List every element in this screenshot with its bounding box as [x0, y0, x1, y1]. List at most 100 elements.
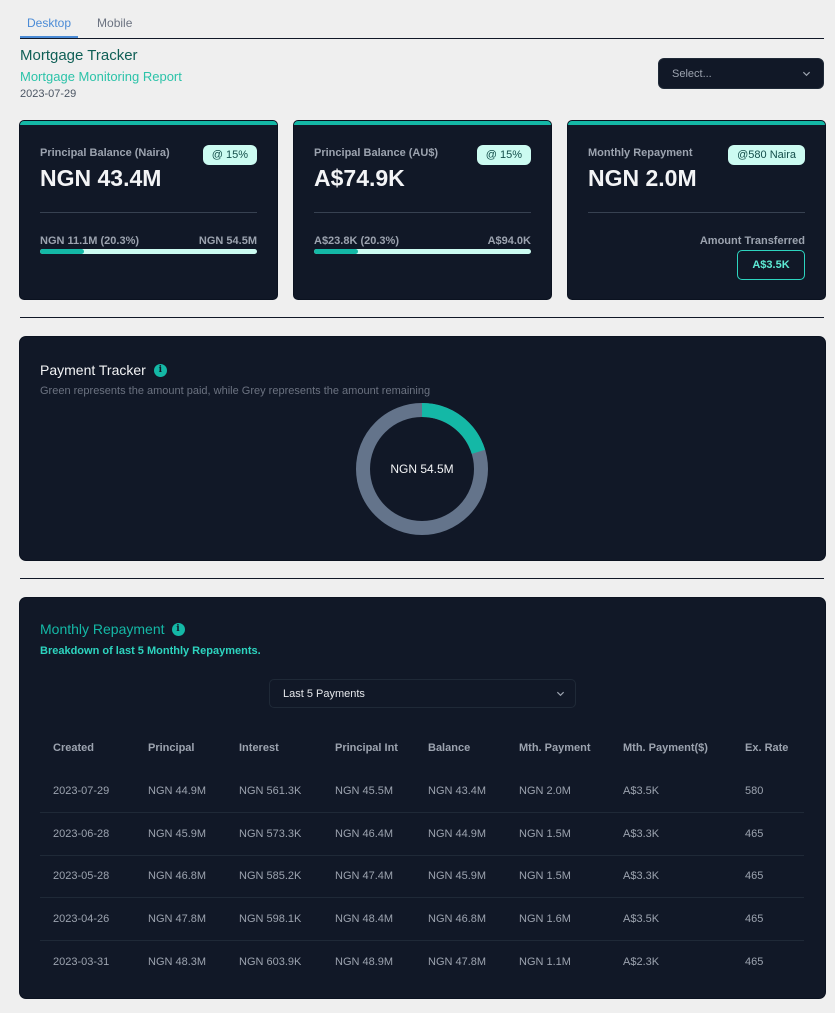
table-cell: A$3.3K [610, 812, 732, 856]
table-cell: NGN 47.8M [428, 955, 487, 968]
table-cell: NGN 573.3K [226, 812, 322, 856]
info-icon[interactable]: i [153, 363, 167, 377]
card-divider [588, 212, 805, 213]
exchange-rate-badge: @580 Naira [728, 145, 805, 165]
progress-fill [314, 249, 359, 254]
repayments-table: Created Principal Interest Principal Int… [40, 725, 804, 983]
column-header: Principal Int [335, 741, 398, 754]
table-cell: A$3.3K [610, 855, 732, 898]
progress-fill [40, 249, 85, 254]
section-divider [20, 578, 824, 579]
card-principal-aud: Principal Balance (AU$) @ 15% A$74.9K A$… [294, 121, 551, 299]
payments-filter-value: Last 5 Payments [283, 687, 365, 700]
table-cell: NGN 1.1M [519, 955, 571, 968]
column-header: Created [53, 741, 94, 754]
table-cell: A$2.3K [623, 955, 660, 968]
card-divider [314, 212, 531, 213]
table-cell: NGN 44.9M [135, 770, 226, 813]
table-cell: 465 [732, 897, 804, 941]
table-cell: NGN 46.8M [135, 855, 226, 898]
rate-badge: @ 15% [476, 145, 531, 165]
table-row: 2023-04-26 NGN 47.8M NGN 598.1K NGN 48.4M NG… [40, 897, 804, 941]
progress-total-label: A$94.0K [487, 235, 531, 247]
table-cell: 2023-03-31 [53, 955, 110, 968]
card-value: NGN 43.4M [40, 165, 162, 191]
monthly-repayment-title: Monthly Repayment [40, 621, 165, 637]
table-cell: NGN 2.0M [506, 770, 610, 813]
table-cell: 2023-05-28 [40, 855, 135, 898]
rate-badge: @ 15% [202, 145, 257, 165]
table-cell: NGN 46.4M [322, 812, 415, 856]
table-cell: NGN 598.1K [226, 897, 322, 941]
progress-paid-label: A$23.8K (20.3%) [314, 235, 399, 247]
table-cell: 2023-06-28 [40, 812, 135, 856]
view-tabs: Desktop Mobile [20, 8, 824, 39]
payment-tracker-header: Payment Tracker i [40, 362, 167, 378]
card-label: Principal Balance (AU$) [314, 147, 439, 159]
chevron-down-icon [556, 691, 565, 697]
card-value: A$74.9K [314, 165, 405, 191]
table-cell: NGN 1.5M [506, 855, 610, 898]
table-cell: NGN 48.9M [335, 955, 394, 968]
card-label: Monthly Repayment [588, 147, 693, 159]
table-cell: NGN 48.3M [148, 955, 207, 968]
card-principal-naira: Principal Balance (Naira) @ 15% NGN 43.4… [20, 121, 277, 299]
card-value: NGN 2.0M [588, 165, 697, 191]
table-row: 2023-06-28 NGN 45.9M NGN 573.3K NGN 46.4M NG… [40, 812, 804, 856]
table-cell: NGN 47.8M [135, 897, 226, 941]
section-divider [20, 317, 824, 318]
column-header: Mth. Payment [519, 741, 591, 754]
page-subtitle: Mortgage Monitoring Report [20, 69, 182, 84]
table-header-row: Created Principal Interest Principal Int… [40, 725, 804, 770]
card-divider [40, 212, 257, 213]
payments-filter-select[interactable]: Last 5 Payments [269, 679, 576, 708]
table-row: 2023-03-31 NGN 48.3M NGN 603.9K NGN 48.9M NG… [40, 940, 804, 983]
table-cell: NGN 1.6M [506, 897, 610, 941]
table-cell: NGN 43.4M [415, 770, 506, 813]
progress-paid-label: NGN 11.1M (20.3%) [40, 235, 140, 247]
amount-transferred-label: Amount Transferred [699, 235, 805, 247]
payment-tracker-description: Green represents the amount paid, while … [40, 385, 431, 397]
table-cell: 580 [732, 770, 804, 813]
monthly-repayment-panel: Monthly Repayment i Breakdown of last 5 … [20, 598, 825, 998]
table-row: 2023-07-29 NGN 44.9M NGN 561.3K NGN 45.5M NG… [40, 770, 804, 813]
column-header: Mth. Payment($) [623, 741, 708, 754]
tab-desktop[interactable]: Desktop [20, 8, 79, 38]
progress-bar [40, 249, 257, 254]
table-cell: 2023-04-26 [40, 897, 135, 941]
report-date: 2023-07-29 [20, 88, 77, 100]
table-cell: NGN 585.2K [226, 855, 322, 898]
period-select-placeholder: Select... [672, 67, 712, 80]
table-cell: NGN 45.9M [135, 812, 226, 856]
period-select[interactable]: Select... [658, 58, 824, 89]
table-cell: NGN 44.9M [415, 812, 506, 856]
amount-transferred-button[interactable]: A$3.5K [737, 250, 805, 280]
payment-tracker-panel: Payment Tracker i Green represents the a… [20, 337, 825, 560]
page-title: Mortgage Tracker [20, 47, 138, 64]
tab-mobile[interactable]: Mobile [90, 8, 139, 38]
info-icon[interactable]: i [171, 622, 185, 636]
progress-total-label: NGN 54.5M [198, 235, 257, 247]
column-header: Ex. Rate [745, 741, 789, 754]
column-header: Principal [148, 741, 195, 754]
progress-bar [314, 249, 531, 254]
table-cell: NGN 45.9M [415, 855, 506, 898]
card-label: Principal Balance (Naira) [40, 147, 170, 159]
table-cell: 465 [732, 855, 804, 898]
table-cell: 2023-07-29 [40, 770, 135, 813]
column-header: Interest [239, 741, 279, 754]
payment-tracker-title: Payment Tracker [40, 362, 146, 378]
table-cell: 465 [745, 955, 764, 968]
chevron-down-icon [802, 71, 811, 77]
table-cell: NGN 1.5M [506, 812, 610, 856]
table-cell: A$3.5K [610, 770, 732, 813]
table-cell: NGN 47.4M [322, 855, 415, 898]
monthly-repayment-subtitle: Breakdown of last 5 Monthly Repayments. [40, 645, 261, 657]
table-cell: NGN 46.8M [415, 897, 506, 941]
card-monthly-repayment: Monthly Repayment @580 Naira NGN 2.0M Am… [568, 121, 825, 299]
donut-center-label: NGN 54.5M [390, 462, 454, 476]
table-cell: NGN 45.5M [322, 770, 415, 813]
table-cell: NGN 48.4M [322, 897, 415, 941]
column-header: Balance [428, 741, 471, 754]
table-row: 2023-05-28 NGN 46.8M NGN 585.2K NGN 47.4M NG… [40, 855, 804, 898]
